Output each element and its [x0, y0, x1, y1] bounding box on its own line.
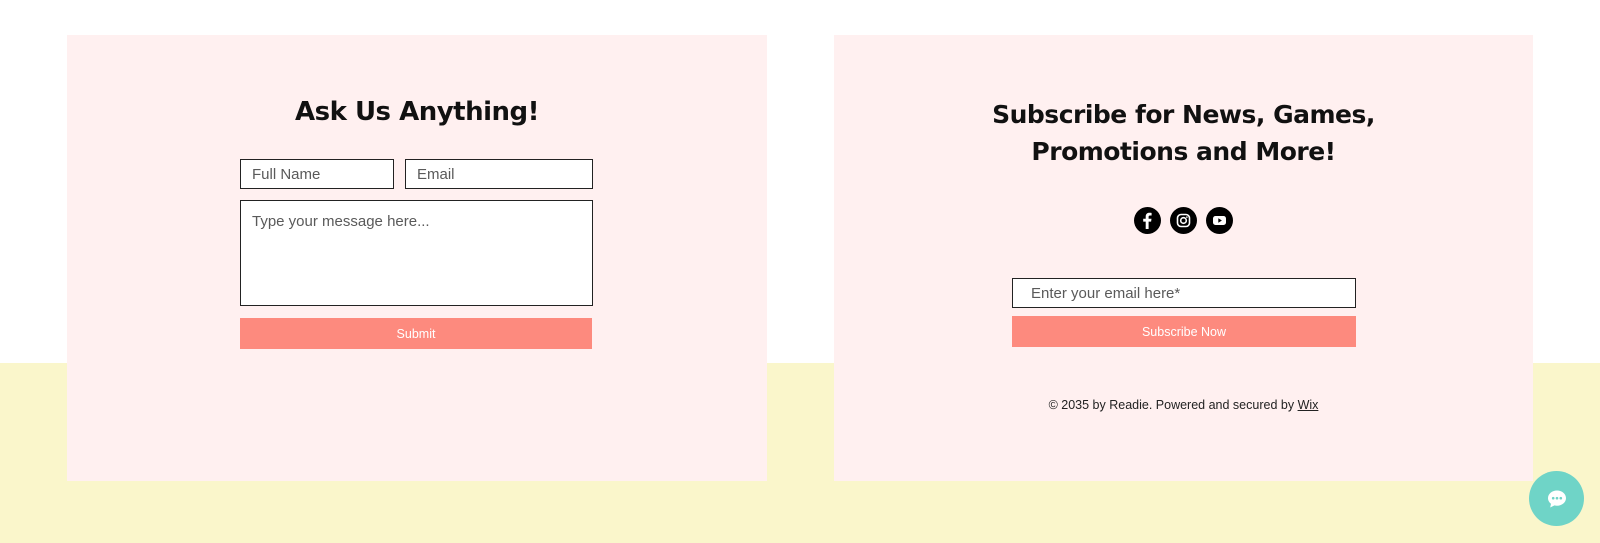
chat-button[interactable]: [1529, 471, 1584, 526]
facebook-icon[interactable]: [1134, 207, 1161, 234]
subscribe-heading: Subscribe for News, Games, Promotions an…: [834, 96, 1533, 170]
wix-link[interactable]: Wix: [1298, 398, 1319, 412]
subscribe-heading-line-2: Promotions and More!: [1031, 137, 1336, 166]
contact-heading: Ask Us Anything!: [295, 97, 540, 127]
full-name-input[interactable]: [240, 159, 394, 189]
email-input[interactable]: [405, 159, 593, 189]
subscribe-email-input[interactable]: [1012, 278, 1356, 308]
submit-button[interactable]: Submit: [240, 318, 592, 349]
message-textarea[interactable]: [240, 200, 593, 306]
contact-form-panel: Ask Us Anything! Submit: [67, 35, 767, 481]
copyright-label: © 2035 by Readie. Powered and secured by: [1048, 398, 1295, 412]
instagram-icon[interactable]: [1170, 207, 1197, 234]
copyright-text: © 2035 by Readie. Powered and secured by…: [834, 398, 1533, 412]
youtube-icon[interactable]: [1206, 207, 1233, 234]
subscribe-heading-line-1: Subscribe for News, Games,: [992, 100, 1375, 129]
chat-icon: [1547, 490, 1566, 507]
subscribe-now-button[interactable]: Subscribe Now: [1012, 316, 1356, 347]
social-bar: [1134, 207, 1233, 234]
subscribe-panel: Subscribe for News, Games, Promotions an…: [834, 35, 1533, 481]
